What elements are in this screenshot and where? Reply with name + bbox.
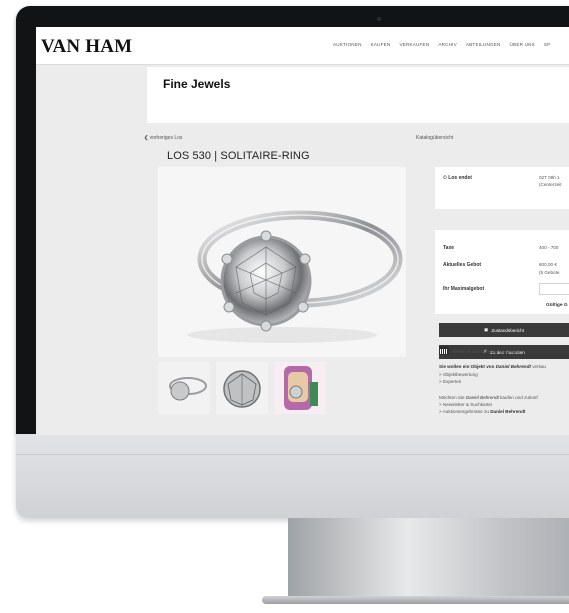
max-bid-label: Ihr Maximalgebot	[443, 286, 485, 292]
lot-ends-value: 02T 09h 1	[539, 175, 560, 180]
ring-thumbnail-top	[223, 370, 261, 408]
nav-item-archiv[interactable]: ARCHIV	[438, 42, 457, 47]
clock-icon: ⏲	[443, 175, 447, 181]
thumbnail-1[interactable]	[158, 362, 210, 414]
max-bid-input[interactable]	[539, 283, 569, 295]
monitor-stand	[288, 518, 569, 598]
experts-link[interactable]: > Experten	[439, 379, 461, 384]
nav-item-auktionen[interactable]: AUKTIONEN	[333, 42, 362, 47]
main-product-image[interactable]	[158, 167, 406, 357]
ring-image	[187, 210, 403, 343]
seller-prompt: Sie wollen ein Objekt von Daniel Behrend…	[439, 364, 546, 369]
department-title: Fine Jewels	[163, 77, 231, 91]
valuation-link[interactable]: > Objektbewertung	[439, 372, 478, 377]
chevron-left-icon: ❮	[144, 135, 149, 141]
previous-lot-link[interactable]: ❮ vorheriges Los	[144, 135, 182, 141]
current-bid-value: 600,00 €	[539, 262, 557, 267]
auction-results-link[interactable]: > Auktionsergebnisse zu Daniel Behrendt	[439, 409, 525, 414]
auction-timer-panel	[435, 167, 569, 209]
condition-report-button[interactable]: ▣ Zustandsbericht	[439, 323, 569, 337]
department-banner: Fine Jewels	[147, 67, 569, 123]
estimate-value: 400 - 700	[539, 245, 559, 250]
chin-seam	[16, 454, 569, 455]
browser-screen: VAN HAM AUKTIONEN KAUFEN VERKAUFEN ARCHI…	[36, 27, 569, 435]
add-to-calendar-link[interactable]: Termin in den Kalender eintragen	[452, 349, 520, 354]
nav-item-abteilungen[interactable]: ABTEILUNGEN	[466, 42, 501, 47]
valid-bid-label: Gültige G	[546, 303, 568, 308]
thumbnail-2[interactable]	[216, 362, 268, 414]
document-icon: ▣	[483, 327, 489, 332]
ring-thumbnail-side	[169, 377, 207, 401]
estimate-label: Taxe	[443, 245, 455, 251]
nav-item-ueber-uns[interactable]: ÜBER UNS	[510, 42, 535, 47]
lot-ends-label: ⏲ Los endet	[443, 175, 472, 181]
monitor-chin	[16, 434, 569, 518]
calendar-icon[interactable]	[439, 346, 449, 355]
monitor-foot	[262, 596, 569, 604]
buyer-prompt: Möchten Sie Daniel Behrendt kaufen und z…	[439, 395, 538, 400]
bid-count[interactable]: (5 Gebote	[539, 270, 559, 275]
current-bid-label: Aktuelles Gebot	[443, 262, 482, 268]
nav-item-sp[interactable]: SP	[544, 42, 551, 47]
main-nav: AUKTIONEN KAUFEN VERKAUFEN ARCHIV ABTEIL…	[333, 42, 550, 47]
lot-title: LOS 530 | SOLITAIRE-RING	[167, 150, 310, 162]
site-header: VAN HAM AUKTIONEN KAUFEN VERKAUFEN ARCHI…	[36, 27, 569, 65]
catalog-overview-link[interactable]: Katalogübersicht	[416, 135, 453, 141]
newsletter-link[interactable]: > Newsletter & Suchkartei	[439, 402, 492, 407]
previous-lot-label: vorheriges Los	[149, 135, 183, 141]
nav-item-kaufen[interactable]: KAUFEN	[371, 42, 391, 47]
ring-thumbnail-worn	[284, 366, 318, 410]
site-logo[interactable]: VAN HAM	[41, 36, 132, 58]
lot-ends-timezone: (Centerzeit	[539, 182, 562, 187]
camera-dot	[377, 17, 381, 21]
thumbnail-3[interactable]	[274, 362, 326, 414]
nav-item-verkaufen[interactable]: VERKAUFEN	[399, 42, 429, 47]
